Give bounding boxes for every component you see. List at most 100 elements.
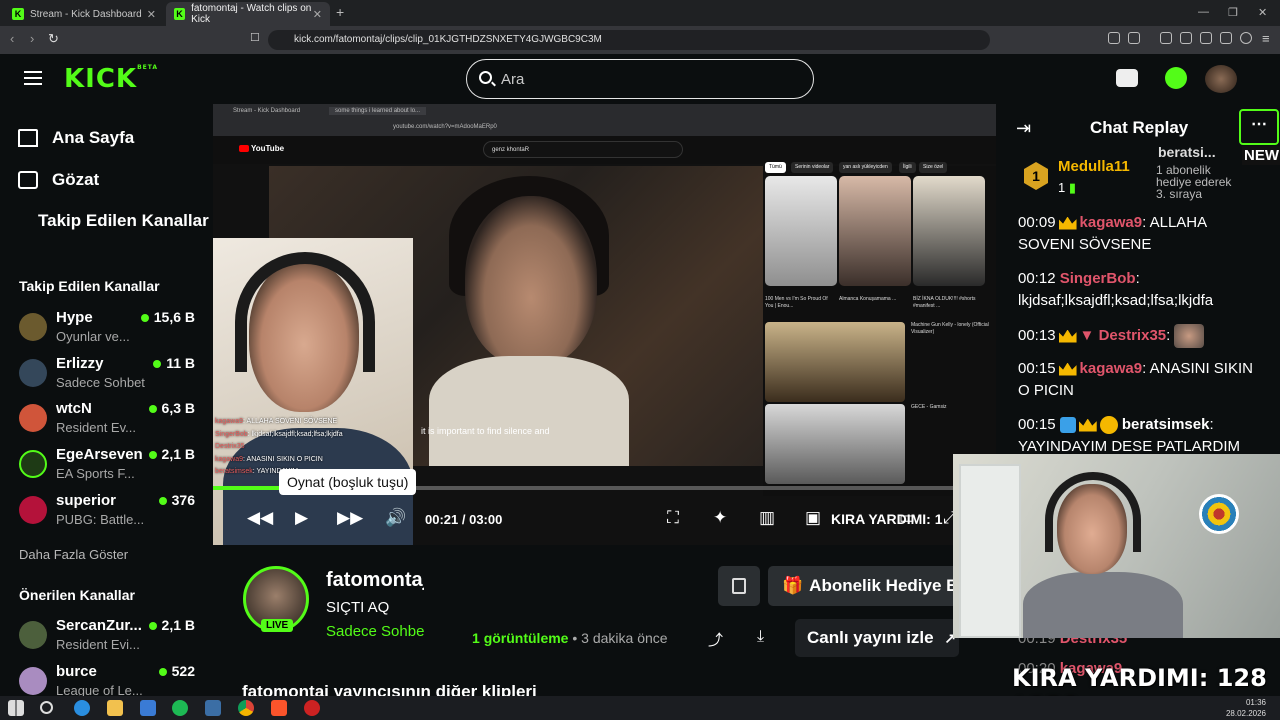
chat-user[interactable]: beratsimsek (1122, 416, 1210, 433)
channel-category: Sadece Sohbet (56, 375, 145, 390)
chat-user[interactable]: kagawa9 (1080, 360, 1143, 377)
yt-related-thumbnail (765, 322, 905, 402)
brave-icon[interactable] (271, 700, 287, 716)
back-icon[interactable]: ‹ (10, 31, 14, 46)
clip-stats: 1 görüntüleme • 3 dakika önce (472, 630, 668, 646)
browser-toolbar: ‹ › ↻ ☐ kick.com/fatomontaj/clips/clip_0… (0, 26, 1280, 54)
live-dot-icon (148, 405, 157, 414)
chat-text: : (1166, 326, 1171, 344)
theater-icon[interactable]: ▭ (899, 508, 915, 528)
chat-menu-button[interactable]: ⋯ (1239, 109, 1279, 145)
viewer-count-value: 376 (171, 492, 195, 508)
browser-menu-icon[interactable]: ≡ (1262, 31, 1270, 46)
download-icon[interactable]: ⤓ (757, 628, 764, 646)
channel-name-link[interactable]: fatomontaj (326, 569, 424, 592)
watch-live-button[interactable]: Canlı yayını izle ↗ (795, 619, 959, 657)
yt-chip: yan aslı yükleyicden (839, 162, 892, 173)
bookmark-icon[interactable]: ☐ (250, 31, 260, 44)
kick-logo[interactable]: KICKBETA (64, 64, 158, 94)
volume-icon[interactable]: 🔊 (385, 508, 406, 528)
channel-item[interactable]: wtcN Resident Ev... 6,3 B (19, 400, 199, 440)
system-clock[interactable]: 01:36 28.02.2026 (1226, 697, 1266, 719)
close-tab-icon[interactable]: ✕ (313, 8, 322, 21)
play-icon[interactable]: ▶ (295, 508, 308, 528)
avatar (19, 667, 47, 695)
followed-channels-heading: Takip Edilen Kanallar (19, 278, 160, 294)
streamer-facecam: kagawa9: ALLAHA SOVENI SÖVSENE SingerBob… (213, 238, 413, 545)
gift-subscription-button[interactable]: 🎁 Abonelik Hediye Et (768, 566, 958, 606)
chat-user[interactable]: kagawa9 (1080, 214, 1143, 231)
gift-icon: ▮ (1068, 180, 1077, 195)
kick-rewards-icon[interactable] (1116, 69, 1138, 87)
close-window-icon[interactable]: ✕ (1258, 6, 1267, 19)
hamburger-menu-icon[interactable] (24, 71, 42, 85)
crown-badge-icon (1058, 329, 1077, 343)
file-explorer-icon[interactable] (107, 700, 123, 716)
shield-icon[interactable] (1240, 32, 1252, 44)
channel-category: Resident Ev... (56, 420, 136, 435)
clip-category-link[interactable]: Sadece Sohbet (326, 623, 424, 640)
yt-related-title: GECE - Gamsiz (911, 404, 947, 410)
chat-user: beratsimsek (215, 468, 253, 475)
yt-chip: Size özel (919, 162, 948, 173)
sidebar-item-home[interactable]: Ana Sayfa (18, 128, 134, 148)
rewind-icon[interactable]: ◀◀ (247, 508, 273, 528)
extension-icon[interactable] (1108, 32, 1120, 44)
extension-icon[interactable] (1200, 32, 1212, 44)
avatar (19, 496, 47, 524)
viewer-count: 2,1 B (148, 446, 195, 462)
chat-user[interactable]: SingerBob (1060, 270, 1136, 287)
fast-forward-icon[interactable]: ▶▶ (337, 508, 363, 528)
maximize-icon[interactable]: ❐ (1228, 6, 1238, 19)
user-avatar[interactable] (1205, 65, 1237, 93)
extension-icon[interactable] (1128, 32, 1140, 44)
minimize-icon[interactable]: — (1198, 6, 1209, 18)
channel-item[interactable]: superior PUBG: Battle... 376 (19, 492, 199, 532)
sidebar-item-label: Gözat (52, 170, 100, 189)
windows-start-icon[interactable] (8, 700, 24, 716)
chat-user[interactable]: Destrix35 (1099, 327, 1167, 344)
url-text: kick.com/fatomontaj/clips/clip_01KJGTHDZ… (294, 34, 602, 45)
edge-icon[interactable] (74, 700, 90, 716)
channel-item[interactable]: SercanZur... Resident Evi... 2,1 B (19, 617, 199, 657)
avatar (19, 359, 47, 387)
sidebar-icon[interactable] (1180, 32, 1192, 44)
stats-icon[interactable]: ▥ (759, 508, 775, 528)
show-more-link[interactable]: Daha Fazla Göster (19, 547, 128, 562)
chat-time: 00:13 (1018, 326, 1056, 344)
crop-icon[interactable]: ⛶ (667, 508, 679, 528)
search-input[interactable]: Ara (466, 59, 814, 99)
kick-points-icon[interactable] (1165, 67, 1187, 89)
live-dot-icon (153, 360, 162, 369)
obs-icon[interactable] (304, 700, 320, 716)
channel-item[interactable]: Erlizzy Sadece Sohbet 11 B (19, 355, 199, 395)
channel-item[interactable]: EgeArseven EA Sports F... 2,1 B (19, 446, 199, 486)
forward-icon[interactable]: › (30, 31, 34, 46)
leader-count-value: 1 (1058, 180, 1066, 195)
extension-icon[interactable] (1220, 32, 1232, 44)
spotify-icon[interactable] (172, 700, 188, 716)
sidebar-item-browse[interactable]: Gözat (18, 170, 99, 190)
collapse-chat-icon[interactable]: ⇥ (1016, 118, 1031, 139)
chrome-icon[interactable] (238, 700, 254, 716)
yt-related-thumbnail (765, 404, 905, 484)
calculator-icon[interactable] (205, 700, 221, 716)
yt-related-title: Machine Gun Kelly - lonely (Official Vis… (911, 322, 989, 335)
new-tab-icon[interactable]: + (336, 4, 344, 20)
sparkle-icon[interactable]: ✦ (713, 508, 727, 528)
sidebar-item-following[interactable]: Takip Edilen Kanallar (38, 211, 209, 231)
browser-tab-dashboard[interactable]: K Stream - Kick Dashboard ✕ (4, 2, 164, 26)
pip-icon[interactable]: ▣ (805, 508, 821, 528)
channel-name: EgeArseven (56, 446, 143, 463)
channel-item[interactable]: Hype Oyunlar ve... 15,6 B (19, 309, 199, 349)
subscribe-button[interactable] (718, 566, 760, 606)
extension-icon[interactable] (1160, 32, 1172, 44)
share-icon[interactable]: ⤴ (708, 629, 723, 650)
close-tab-icon[interactable]: ✕ (147, 8, 156, 21)
viewer-count-value: 2,1 B (161, 617, 195, 633)
reload-icon[interactable]: ↻ (48, 31, 59, 47)
address-bar[interactable]: kick.com/fatomontaj/clips/clip_01KJGTHDZ… (268, 30, 990, 50)
store-icon[interactable] (140, 700, 156, 716)
browser-tab-clip[interactable]: K fatomontaj - Watch clips on Kick ✕ (166, 2, 330, 26)
search-icon[interactable] (40, 701, 53, 714)
